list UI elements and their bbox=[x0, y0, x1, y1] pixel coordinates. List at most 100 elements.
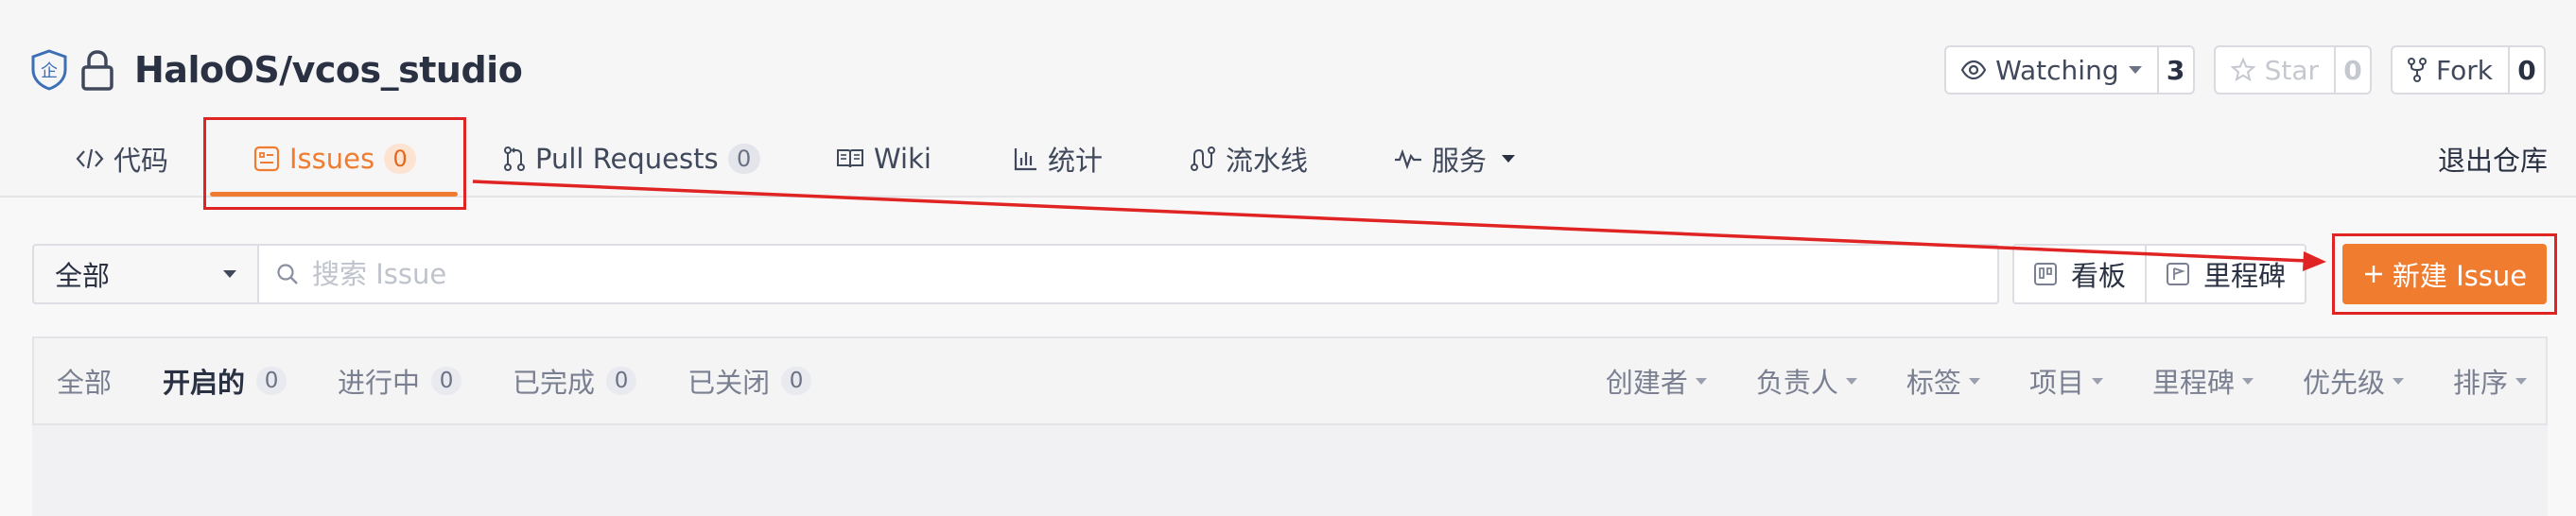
pulse-icon bbox=[1395, 148, 1421, 170]
chevron-down-icon bbox=[1845, 377, 1857, 385]
code-icon bbox=[76, 148, 104, 169]
filter-creator[interactable]: 创建者 bbox=[1606, 361, 1707, 401]
tab-issues[interactable]: Issues 0 bbox=[253, 121, 417, 197]
watch-button-group: Watching 3 bbox=[1944, 45, 2195, 95]
milestone-view-button[interactable]: 里程碑 bbox=[2145, 246, 2305, 302]
chevron-down-icon bbox=[2128, 66, 2142, 74]
enterprise-shield-icon: 企 bbox=[31, 49, 67, 91]
issue-list-area bbox=[32, 425, 2548, 516]
tab-services[interactable]: 服务 bbox=[1394, 121, 1516, 197]
issue-toolbar: 全部 bbox=[32, 244, 1999, 304]
state-tab-closed-count: 0 bbox=[781, 367, 812, 395]
issue-filters: 创建者 负责人 标签 项目 里程碑 优先级 排序 bbox=[1557, 338, 2527, 423]
plus-icon bbox=[2364, 266, 2382, 283]
search-input[interactable] bbox=[312, 258, 1980, 290]
watch-button[interactable]: Watching bbox=[1946, 47, 2159, 93]
chevron-down-icon bbox=[2392, 377, 2404, 385]
star-button[interactable]: Star bbox=[2216, 47, 2337, 93]
board-view-label: 看板 bbox=[2071, 260, 2127, 292]
fork-button[interactable]: Fork bbox=[2393, 47, 2510, 93]
tab-code[interactable]: 代码 bbox=[76, 121, 168, 197]
filter-milestone[interactable]: 里程碑 bbox=[2152, 361, 2254, 401]
chevron-down-icon bbox=[2515, 377, 2527, 385]
tab-pull-requests[interactable]: Pull Requests 0 bbox=[503, 121, 760, 197]
chevron-down-icon bbox=[223, 270, 236, 278]
state-tab-all[interactable]: 全部 bbox=[57, 361, 112, 401]
svg-text:企: 企 bbox=[41, 61, 58, 81]
tab-wiki-label: Wiki bbox=[874, 143, 931, 175]
fork-label: Fork bbox=[2436, 54, 2493, 86]
filter-label[interactable]: 标签 bbox=[1906, 361, 1980, 401]
scope-select[interactable]: 全部 bbox=[32, 244, 257, 304]
tab-wiki[interactable]: Wiki bbox=[836, 121, 931, 197]
tab-stats[interactable]: 统计 bbox=[1014, 121, 1103, 197]
scope-select-value: 全部 bbox=[55, 260, 111, 292]
tab-issues-count: 0 bbox=[384, 144, 417, 174]
tab-services-label: 服务 bbox=[1432, 145, 1488, 177]
state-tab-done-count: 0 bbox=[606, 367, 637, 395]
tab-issues-label: Issues bbox=[289, 143, 375, 175]
filter-label-label: 标签 bbox=[1906, 367, 1961, 399]
active-tab-indicator bbox=[210, 192, 458, 197]
eye-icon bbox=[1961, 60, 1987, 79]
state-tab-open[interactable]: 开启的 0 bbox=[163, 361, 287, 401]
state-tab-done[interactable]: 已完成 0 bbox=[513, 361, 637, 401]
issue-filter-bar: 全部 开启的 0 进行中 0 已完成 0 已关闭 0 创建者 负责人 标签 项目… bbox=[32, 336, 2548, 425]
state-tab-in-progress[interactable]: 进行中 0 bbox=[338, 361, 462, 401]
issue-state-tabs: 全部 开启的 0 进行中 0 已完成 0 已关闭 0 bbox=[57, 338, 862, 423]
filter-project[interactable]: 项目 bbox=[2029, 361, 2103, 401]
repo-actions: Watching 3 Star 0 Fork 0 bbox=[1944, 45, 2546, 95]
chevron-down-icon bbox=[1502, 155, 1516, 163]
filter-assignee-label: 负责人 bbox=[1755, 367, 1838, 399]
filter-creator-label: 创建者 bbox=[1605, 367, 1688, 399]
new-issue-button[interactable]: 新建 Issue bbox=[2342, 244, 2547, 304]
watch-count[interactable]: 3 bbox=[2159, 47, 2193, 93]
tab-stats-label: 统计 bbox=[1048, 145, 1104, 177]
issues-icon bbox=[253, 146, 280, 172]
state-tab-in-progress-count: 0 bbox=[431, 367, 462, 395]
tab-pipeline[interactable]: 流水线 bbox=[1190, 121, 1308, 197]
milestone-icon bbox=[2167, 263, 2190, 285]
star-count[interactable]: 0 bbox=[2336, 47, 2370, 93]
view-switcher: 看板 里程碑 bbox=[2012, 244, 2307, 304]
tab-pipeline-label: 流水线 bbox=[1226, 145, 1309, 177]
repo-name[interactable]: HaloOS/vcos_studio bbox=[134, 49, 523, 91]
fork-icon bbox=[2408, 58, 2428, 82]
filter-sort-label: 排序 bbox=[2452, 367, 2508, 399]
fork-count[interactable]: 0 bbox=[2510, 47, 2544, 93]
book-icon bbox=[837, 149, 863, 168]
watch-label: Watching bbox=[1995, 54, 2119, 86]
filter-sort[interactable]: 排序 bbox=[2453, 361, 2527, 401]
filter-assignee[interactable]: 负责人 bbox=[1756, 361, 1857, 401]
tab-pull-requests-label: Pull Requests bbox=[535, 143, 719, 175]
chevron-down-icon bbox=[2091, 377, 2103, 385]
chevron-down-icon bbox=[1968, 377, 1980, 385]
milestone-view-label: 里程碑 bbox=[2203, 260, 2287, 292]
chevron-down-icon bbox=[1695, 377, 1707, 385]
star-button-group: Star 0 bbox=[2213, 45, 2373, 95]
search-icon bbox=[277, 264, 298, 284]
fork-button-group: Fork 0 bbox=[2391, 45, 2546, 95]
pipeline-icon bbox=[1191, 146, 1215, 171]
state-tab-open-count: 0 bbox=[256, 367, 287, 395]
search-box bbox=[257, 244, 1999, 304]
board-icon bbox=[2034, 263, 2057, 285]
exit-repo-link[interactable]: 退出仓库 bbox=[2438, 121, 2548, 197]
tab-pull-requests-count: 0 bbox=[727, 144, 760, 174]
repo-nav-tabs: 代码 Issues 0 Pull Requests 0 Wiki 统计 流水线 … bbox=[0, 121, 2576, 197]
star-icon bbox=[2230, 58, 2255, 82]
state-tab-closed-label: 已关闭 bbox=[688, 367, 771, 399]
state-tab-all-label: 全部 bbox=[57, 367, 113, 399]
filter-milestone-label: 里程碑 bbox=[2151, 367, 2235, 399]
filter-project-label: 项目 bbox=[2028, 367, 2084, 399]
tab-code-label: 代码 bbox=[113, 145, 169, 177]
star-label: Star bbox=[2264, 54, 2320, 86]
state-tab-closed[interactable]: 已关闭 0 bbox=[688, 361, 812, 401]
board-view-button[interactable]: 看板 bbox=[2014, 246, 2145, 302]
filter-priority[interactable]: 优先级 bbox=[2303, 361, 2404, 401]
lock-icon bbox=[81, 50, 113, 91]
state-tab-open-label: 开启的 bbox=[163, 367, 246, 399]
filter-priority-label: 优先级 bbox=[2302, 367, 2385, 399]
pull-request-icon bbox=[504, 146, 525, 171]
chevron-down-icon bbox=[2241, 377, 2254, 385]
